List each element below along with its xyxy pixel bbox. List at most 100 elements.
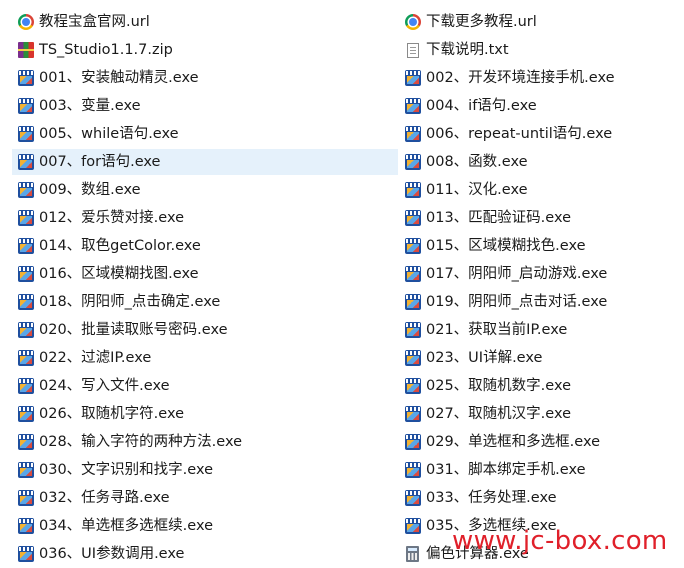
exe-icon [18, 406, 34, 422]
file-item[interactable]: 032、任务寻路.exe [12, 485, 398, 511]
file-name: 028、输入字符的两种方法.exe [39, 434, 243, 450]
exe-icon [405, 182, 421, 198]
file-row: 032、任务寻路.exe 033、任务处理.exe [12, 484, 684, 512]
file-item[interactable]: 034、单选框多选框续.exe [12, 513, 398, 539]
file-row: TS_Studio1.1.7.zip 下载说明.txt [12, 36, 684, 64]
watermark-text: www.jc-box.com [452, 526, 668, 556]
file-item[interactable]: 003、变量.exe [12, 93, 398, 119]
file-name: 022、过滤IP.exe [39, 350, 152, 366]
file-item[interactable]: 021、获取当前IP.exe [398, 317, 682, 343]
file-name: 029、单选框和多选框.exe [426, 434, 601, 450]
file-item[interactable]: 007、for语句.exe [12, 149, 398, 175]
exe-icon [405, 378, 421, 394]
exe-icon [405, 294, 421, 310]
file-item[interactable]: 017、阴阳师_启动游戏.exe [398, 261, 682, 287]
file-item[interactable]: 006、repeat-until语句.exe [398, 121, 682, 147]
file-name: 012、爱乐赞对接.exe [39, 210, 185, 226]
file-item[interactable]: TS_Studio1.1.7.zip [12, 37, 398, 63]
file-name: 013、匹配验证码.exe [426, 210, 572, 226]
file-name: 007、for语句.exe [39, 154, 161, 170]
exe-icon [18, 546, 34, 562]
file-item[interactable]: 020、批量读取账号密码.exe [12, 317, 398, 343]
file-name: 025、取随机数字.exe [426, 378, 572, 394]
file-item[interactable]: 031、脚本绑定手机.exe [398, 457, 682, 483]
file-row: 012、爱乐赞对接.exe 013、匹配验证码.exe [12, 204, 684, 232]
file-item[interactable]: 027、取随机汉字.exe [398, 401, 682, 427]
exe-icon [18, 378, 34, 394]
file-item[interactable]: 023、UI详解.exe [398, 345, 682, 371]
file-item[interactable]: 033、任务处理.exe [398, 485, 682, 511]
chrome-icon [18, 14, 34, 30]
file-item[interactable]: 022、过滤IP.exe [12, 345, 398, 371]
file-item[interactable]: 教程宝盒官网.url [12, 9, 398, 35]
file-name: 015、区域模糊找色.exe [426, 238, 586, 254]
file-item[interactable]: 026、取随机字符.exe [12, 401, 398, 427]
file-item[interactable]: 009、数组.exe [12, 177, 398, 203]
file-item[interactable]: 005、while语句.exe [12, 121, 398, 147]
exe-icon [18, 210, 34, 226]
file-item[interactable]: 030、文字识别和找字.exe [12, 457, 398, 483]
exe-icon [405, 518, 421, 534]
file-row: 009、数组.exe 011、汉化.exe [12, 176, 684, 204]
exe-icon [405, 350, 421, 366]
file-item[interactable]: 036、UI参数调用.exe [12, 541, 398, 567]
file-item[interactable]: 008、函数.exe [398, 149, 682, 175]
file-item[interactable]: 下载说明.txt [398, 37, 682, 63]
exe-icon [405, 154, 421, 170]
txt-icon [407, 42, 419, 58]
file-name: 下载更多教程.url [426, 14, 537, 30]
exe-icon [18, 70, 34, 86]
file-name: 008、函数.exe [426, 154, 528, 170]
file-item[interactable]: 013、匹配验证码.exe [398, 205, 682, 231]
file-item[interactable]: 028、输入字符的两种方法.exe [12, 429, 398, 455]
file-name: TS_Studio1.1.7.zip [39, 42, 173, 58]
file-list: 教程宝盒官网.url 下载更多教程.url TS_Studio1.1.7.zip 下载… [12, 8, 684, 568]
file-row: 020、批量读取账号密码.exe 021、获取当前IP.exe [12, 316, 684, 344]
file-item[interactable]: 011、汉化.exe [398, 177, 682, 203]
file-item[interactable]: 018、阴阳师_点击确定.exe [12, 289, 398, 315]
file-item[interactable]: 019、阴阳师_点击对话.exe [398, 289, 682, 315]
file-name: 002、开发环境连接手机.exe [426, 70, 615, 86]
file-name: 005、while语句.exe [39, 126, 179, 142]
exe-icon [18, 182, 34, 198]
file-item[interactable]: 029、单选框和多选框.exe [398, 429, 682, 455]
exe-icon [405, 238, 421, 254]
file-row: 030、文字识别和找字.exe 031、脚本绑定手机.exe [12, 456, 684, 484]
file-name: 021、获取当前IP.exe [426, 322, 568, 338]
file-row: 016、区域模糊找图.exe 017、阴阳师_启动游戏.exe [12, 260, 684, 288]
file-name: 009、数组.exe [39, 182, 141, 198]
file-name: 027、取随机汉字.exe [426, 406, 572, 422]
exe-icon [18, 490, 34, 506]
exe-icon [18, 462, 34, 478]
file-row: 教程宝盒官网.url 下载更多教程.url [12, 8, 684, 36]
exe-icon [405, 490, 421, 506]
exe-icon [18, 266, 34, 282]
file-item[interactable]: 001、安装触动精灵.exe [12, 65, 398, 91]
file-item[interactable]: 024、写入文件.exe [12, 373, 398, 399]
file-row: 007、for语句.exe 008、函数.exe [12, 148, 684, 176]
file-item[interactable]: 002、开发环境连接手机.exe [398, 65, 682, 91]
exe-icon [405, 126, 421, 142]
file-name: 004、if语句.exe [426, 98, 537, 114]
file-row: 022、过滤IP.exe 023、UI详解.exe [12, 344, 684, 372]
file-name: 003、变量.exe [39, 98, 141, 114]
file-item[interactable]: 014、取色getColor.exe [12, 233, 398, 259]
file-name: 032、任务寻路.exe [39, 490, 170, 506]
file-item[interactable]: 下载更多教程.url [398, 9, 682, 35]
exe-icon [18, 294, 34, 310]
exe-icon [18, 518, 34, 534]
file-name: 019、阴阳师_点击对话.exe [426, 294, 608, 310]
file-item[interactable]: 016、区域模糊找图.exe [12, 261, 398, 287]
file-name: 026、取随机字符.exe [39, 406, 185, 422]
file-item[interactable]: 004、if语句.exe [398, 93, 682, 119]
file-name: 031、脚本绑定手机.exe [426, 462, 586, 478]
file-name: 024、写入文件.exe [39, 378, 170, 394]
file-item[interactable]: 012、爱乐赞对接.exe [12, 205, 398, 231]
file-item[interactable]: 015、区域模糊找色.exe [398, 233, 682, 259]
exe-icon [18, 98, 34, 114]
file-name: 014、取色getColor.exe [39, 238, 201, 254]
file-item[interactable]: 025、取随机数字.exe [398, 373, 682, 399]
exe-icon [405, 98, 421, 114]
exe-icon [18, 126, 34, 142]
exe-icon [405, 210, 421, 226]
